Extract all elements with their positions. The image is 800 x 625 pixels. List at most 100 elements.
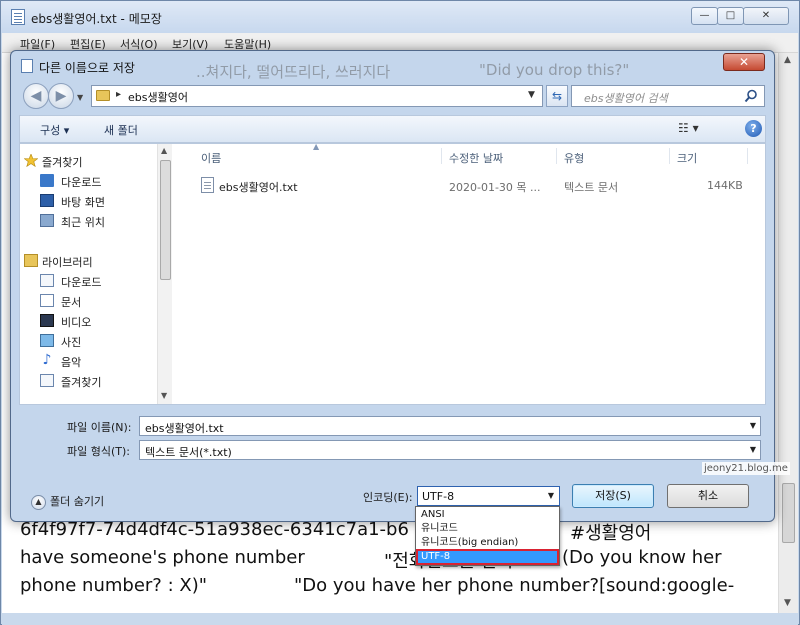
- nav-item-label: 바탕 화면: [61, 196, 105, 209]
- recent-pages-dropdown-icon[interactable]: ▼: [77, 93, 83, 102]
- address-path[interactable]: ebs생활영어: [128, 89, 188, 105]
- nav-item-label: 문서: [61, 296, 82, 309]
- nav-favorites[interactable]: 즐겨찾기: [20, 151, 155, 171]
- nav-item-documents[interactable]: 문서: [20, 291, 155, 311]
- nav-item-label: 다운로드: [61, 276, 102, 289]
- hide-folders-button[interactable]: ▲ 폴더 숨기기: [31, 493, 104, 510]
- dialog-titlebar[interactable]: ..쳐지다, 떨어뜨리다, 쓰러지다 "Did you drop this?" …: [11, 51, 774, 81]
- nav-item-lib-favorites[interactable]: 즐겨찾기: [20, 371, 155, 391]
- filename-label: 파일 이름(N):: [67, 421, 132, 434]
- notepad-icon: [11, 9, 25, 25]
- help-icon[interactable]: ?: [745, 120, 762, 137]
- nav-item-downloads[interactable]: 다운로드: [20, 171, 155, 191]
- column-header-type[interactable]: 유형: [564, 150, 584, 166]
- nav-item-desktop[interactable]: 바탕 화면: [20, 191, 155, 211]
- column-divider[interactable]: [556, 148, 557, 164]
- new-folder-button[interactable]: 새 폴더: [104, 122, 138, 138]
- filename-value: ebs생활영어.txt: [145, 422, 224, 435]
- nav-item-videos[interactable]: 비디오: [20, 311, 155, 331]
- search-placeholder: ebs생활영어 검색: [584, 92, 668, 105]
- scroll-up-icon[interactable]: ▲: [784, 55, 791, 65]
- editor-line: "Do you have her phone number?[sound:goo…: [294, 575, 735, 596]
- organize-button[interactable]: 구성 ▾: [40, 122, 69, 138]
- chevron-down-icon[interactable]: ▼: [528, 90, 535, 100]
- file-list: 이름 ▲ 수정한 날짜 유형 크기 ebs생활영어.txt 2020-01-30…: [173, 142, 765, 404]
- watermark: jeony21.blog.me: [702, 462, 790, 475]
- chevron-down-icon[interactable]: ▼: [548, 491, 554, 500]
- search-input[interactable]: ebs생활영어 검색: [571, 85, 765, 107]
- search-icon[interactable]: [744, 89, 758, 103]
- dialog-footer: ▲ 폴더 숨기기 인코딩(E): UTF-8 ▼ 저장(S) 취소: [11, 459, 774, 521]
- maximize-button[interactable]: □: [717, 7, 744, 25]
- address-bar[interactable]: ▸ ebs생활영어 ▼: [91, 85, 543, 107]
- nav-item-label: 다운로드: [61, 176, 102, 189]
- scroll-thumb[interactable]: [782, 483, 795, 543]
- nav-scroll-thumb[interactable]: [160, 160, 171, 280]
- nav-item-lib-downloads[interactable]: 다운로드: [20, 271, 155, 291]
- background-ghost-text: ..쳐지다, 떨어뜨리다, 쓰러지다: [196, 63, 391, 81]
- refresh-button[interactable]: ⇆: [546, 85, 568, 107]
- forward-button[interactable]: ▶: [48, 83, 74, 109]
- editor-line: phone number? : X)": [20, 575, 207, 596]
- chevron-right-icon[interactable]: ▸: [116, 89, 121, 100]
- nav-item-pictures[interactable]: 사진: [20, 331, 155, 351]
- encoding-label: 인코딩(E):: [363, 491, 413, 504]
- text-file-icon: [201, 177, 214, 193]
- encoding-option-utf8[interactable]: UTF-8: [416, 549, 559, 565]
- column-header-name[interactable]: 이름: [201, 150, 221, 166]
- cancel-button[interactable]: 취소: [667, 484, 749, 508]
- scroll-down-icon[interactable]: ▼: [161, 391, 167, 400]
- scroll-down-icon[interactable]: ▼: [784, 598, 791, 608]
- save-as-dialog: ..쳐지다, 떨어뜨리다, 쓰러지다 "Did you drop this?" …: [10, 50, 775, 522]
- filetype-label: 파일 형식(T):: [67, 445, 130, 458]
- nav-item-recent[interactable]: 최근 위치: [20, 211, 155, 231]
- nav-item-music[interactable]: ♪ 음악: [20, 351, 155, 371]
- library-icon: [24, 254, 38, 267]
- desktop-icon: [40, 194, 54, 207]
- column-divider[interactable]: [441, 148, 442, 164]
- chevron-down-icon[interactable]: ▼: [750, 421, 756, 430]
- nav-item-label: 비디오: [61, 316, 92, 329]
- column-divider[interactable]: [669, 148, 670, 164]
- editor-line: #생활영어: [570, 523, 652, 544]
- back-button[interactable]: ◀: [23, 83, 49, 109]
- nav-item-label: 즐겨찾기: [61, 376, 102, 389]
- editor-scrollbar[interactable]: ▲ ▼: [778, 53, 798, 613]
- close-button[interactable]: ✕: [743, 7, 789, 25]
- notepad-titlebar[interactable]: ebs생활영어.txt - 메모장 — □ ✕: [1, 1, 799, 33]
- encoding-option-ansi[interactable]: ANSI: [417, 508, 558, 522]
- encoding-select[interactable]: UTF-8 ▼: [417, 486, 560, 506]
- column-header-modified[interactable]: 수정한 날짜: [449, 150, 503, 166]
- chevron-down-icon[interactable]: ▼: [750, 445, 756, 454]
- save-button[interactable]: 저장(S): [572, 484, 654, 508]
- file-row[interactable]: ebs생활영어.txt 2020-01-30 목 ... 텍스트 문서 144K…: [187, 176, 761, 196]
- dialog-close-button[interactable]: ✕: [723, 53, 765, 71]
- window-bottom-border: [2, 613, 798, 625]
- column-divider[interactable]: [747, 148, 748, 164]
- nav-libraries-label: 라이브러리: [42, 256, 93, 269]
- nav-item-label: 최근 위치: [61, 216, 105, 229]
- nav-libraries[interactable]: 라이브러리: [20, 251, 155, 271]
- picture-icon: [40, 334, 54, 347]
- star-icon: [24, 154, 38, 167]
- nav-item-label: 음악: [61, 356, 82, 369]
- views-button[interactable]: ☷ ▾: [678, 121, 699, 135]
- encoding-option-unicode-big-endian[interactable]: 유니코드(big endian): [417, 536, 558, 550]
- scroll-up-icon[interactable]: ▲: [161, 146, 167, 155]
- column-header-size[interactable]: 크기: [677, 150, 697, 166]
- background-ghost-text: "Did you drop this?": [479, 61, 630, 79]
- minimize-button[interactable]: —: [691, 7, 718, 25]
- encoding-dropdown-list: ANSI 유니코드 유니코드(big endian) UTF-8: [415, 506, 560, 566]
- hide-folders-label: 폴더 숨기기: [50, 495, 105, 508]
- encoding-option-unicode[interactable]: 유니코드: [417, 522, 558, 536]
- dialog-title: 다른 이름으로 저장: [39, 61, 135, 75]
- nav-scrollbar[interactable]: ▲ ▼: [157, 144, 172, 404]
- navigation-pane: 즐겨찾기 다운로드 바탕 화면 최근 위치 라이브러리 다운로드 문서 비디오 …: [20, 144, 172, 404]
- chevron-up-icon: ▲: [31, 494, 46, 510]
- filename-input[interactable]: ebs생활영어.txt ▼: [139, 416, 761, 436]
- filetype-select[interactable]: 텍스트 문서(*.txt) ▼: [139, 440, 761, 460]
- address-row: ◀ ▶ ▼ ▸ ebs생활영어 ▼ ⇆ ebs생활영어 검색: [11, 81, 774, 115]
- folder-icon: [96, 90, 110, 101]
- filetype-value: 텍스트 문서(*.txt): [145, 446, 232, 459]
- editor-line: have someone's phone number: [20, 547, 305, 568]
